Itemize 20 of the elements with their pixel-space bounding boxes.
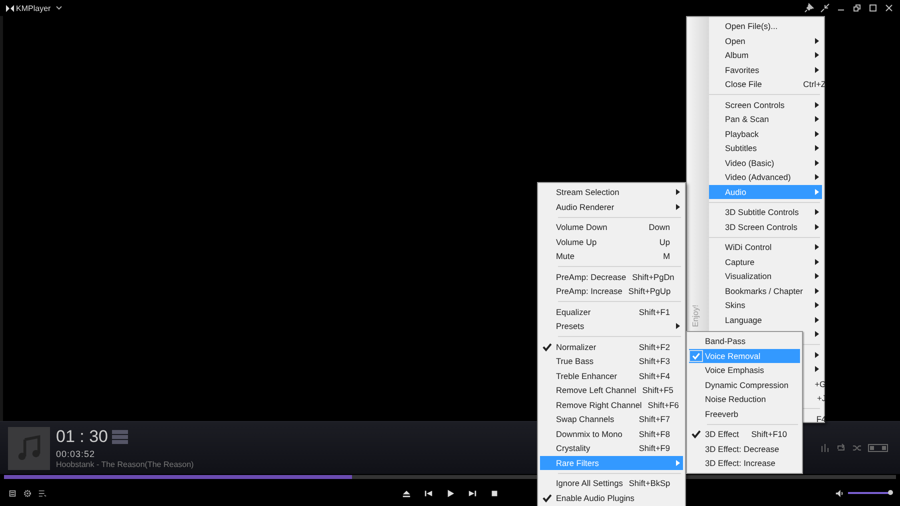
shortcut-text: Shift+F7: [638, 414, 670, 424]
shortcut-text: Shift+F5: [642, 385, 674, 396]
shortcut-text: Shift+F3: [638, 356, 670, 366]
duration-text: 00:03:52: [56, 448, 96, 458]
side-text: Enjoy!: [691, 304, 700, 327]
shortcut-text: Shift+PgUp: [628, 286, 671, 296]
shortcut-text: Shift+F9: [638, 443, 670, 454]
shortcut-text: Shift+F8: [638, 428, 670, 439]
shortcut-text: Shift+BkSp: [628, 478, 670, 488]
shortcut-text: Up: [659, 236, 670, 247]
shortcut-text: M: [663, 251, 670, 262]
shortcut-text: Shift+F10: [751, 429, 787, 440]
shortcut-text: Shift+F1: [638, 306, 670, 317]
shortcut-text: Shift+PgDn: [632, 272, 674, 282]
shortcut-text: Shift+F6: [648, 400, 679, 410]
shortcut-text: Down: [648, 222, 670, 232]
shortcut-text: Shift+F2: [638, 342, 670, 352]
elapsed-time: 01 : 30: [56, 428, 108, 446]
shortcut-text: Shift+F4: [638, 370, 670, 381]
track-title: Hoobstank - The Reason(The Reason): [56, 460, 194, 468]
